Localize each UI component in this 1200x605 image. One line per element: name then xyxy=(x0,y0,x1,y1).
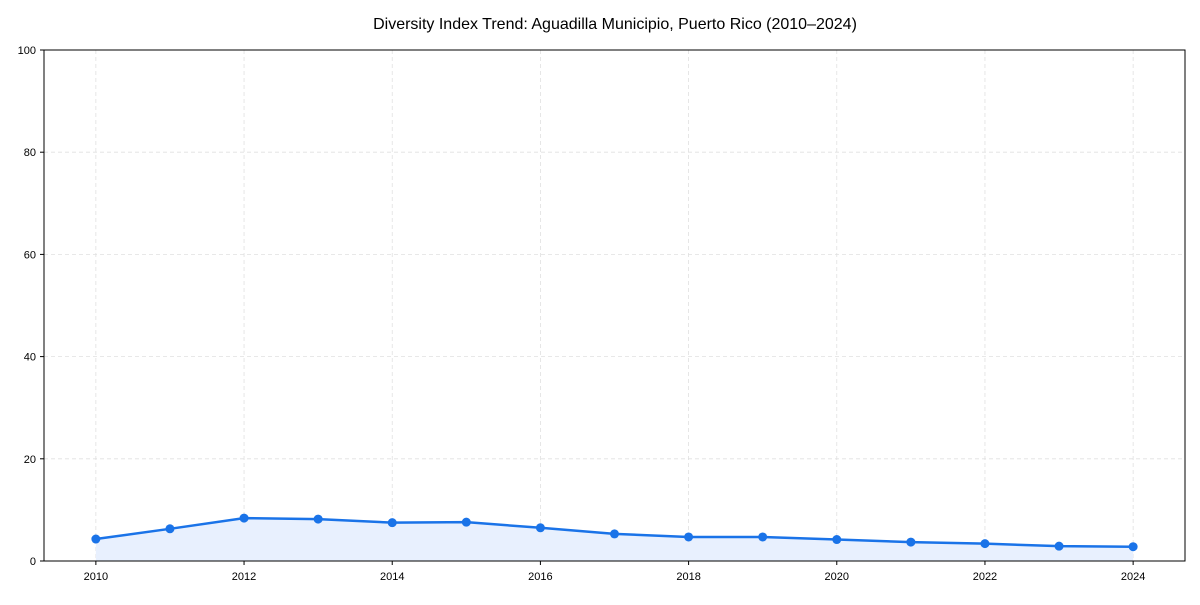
y-tick-label: 20 xyxy=(24,454,36,466)
grid-layer xyxy=(44,50,1185,561)
data-point xyxy=(461,517,471,527)
data-point xyxy=(906,537,916,547)
y-tick-label: 0 xyxy=(30,556,36,568)
chart-title: Diversity Index Trend: Aguadilla Municip… xyxy=(373,16,857,33)
x-tick-label: 2016 xyxy=(528,571,552,583)
data-point xyxy=(758,532,768,542)
x-tick-label: 2024 xyxy=(1121,571,1145,583)
series-area-fill xyxy=(95,518,1134,561)
data-point xyxy=(980,539,990,549)
x-tick-label: 2010 xyxy=(84,571,108,583)
data-point xyxy=(165,524,175,534)
data-point xyxy=(1054,541,1064,551)
y-tick-label: 60 xyxy=(24,249,36,261)
tick-layer: 0 20 40 60 80 100 2010 2012 2014 2016 2018 2020 2022… xyxy=(18,45,1146,583)
x-tick-label: 2018 xyxy=(676,571,700,583)
data-point xyxy=(535,523,545,533)
data-point xyxy=(610,529,619,539)
x-tick-label: 2022 xyxy=(973,571,997,583)
area-layer xyxy=(95,518,1134,561)
data-point xyxy=(239,513,249,523)
data-point xyxy=(684,532,694,542)
plot-frame xyxy=(43,49,1186,562)
y-tick-label: 100 xyxy=(18,45,36,57)
data-point xyxy=(1128,542,1138,552)
x-tick-label: 2020 xyxy=(825,571,849,583)
x-tick-label: 2014 xyxy=(380,571,404,583)
data-point xyxy=(313,514,323,524)
data-point xyxy=(91,534,101,544)
x-tick-label: 2012 xyxy=(232,571,256,583)
chart-container: Diversity Index Trend: Aguadilla Municip… xyxy=(0,0,1200,600)
data-point xyxy=(832,535,842,545)
data-point xyxy=(387,518,397,528)
y-tick-label: 80 xyxy=(24,147,36,159)
diversity-index-chart: Diversity Index Trend: Aguadilla Municip… xyxy=(18,16,1186,583)
y-tick-label: 40 xyxy=(24,352,36,364)
